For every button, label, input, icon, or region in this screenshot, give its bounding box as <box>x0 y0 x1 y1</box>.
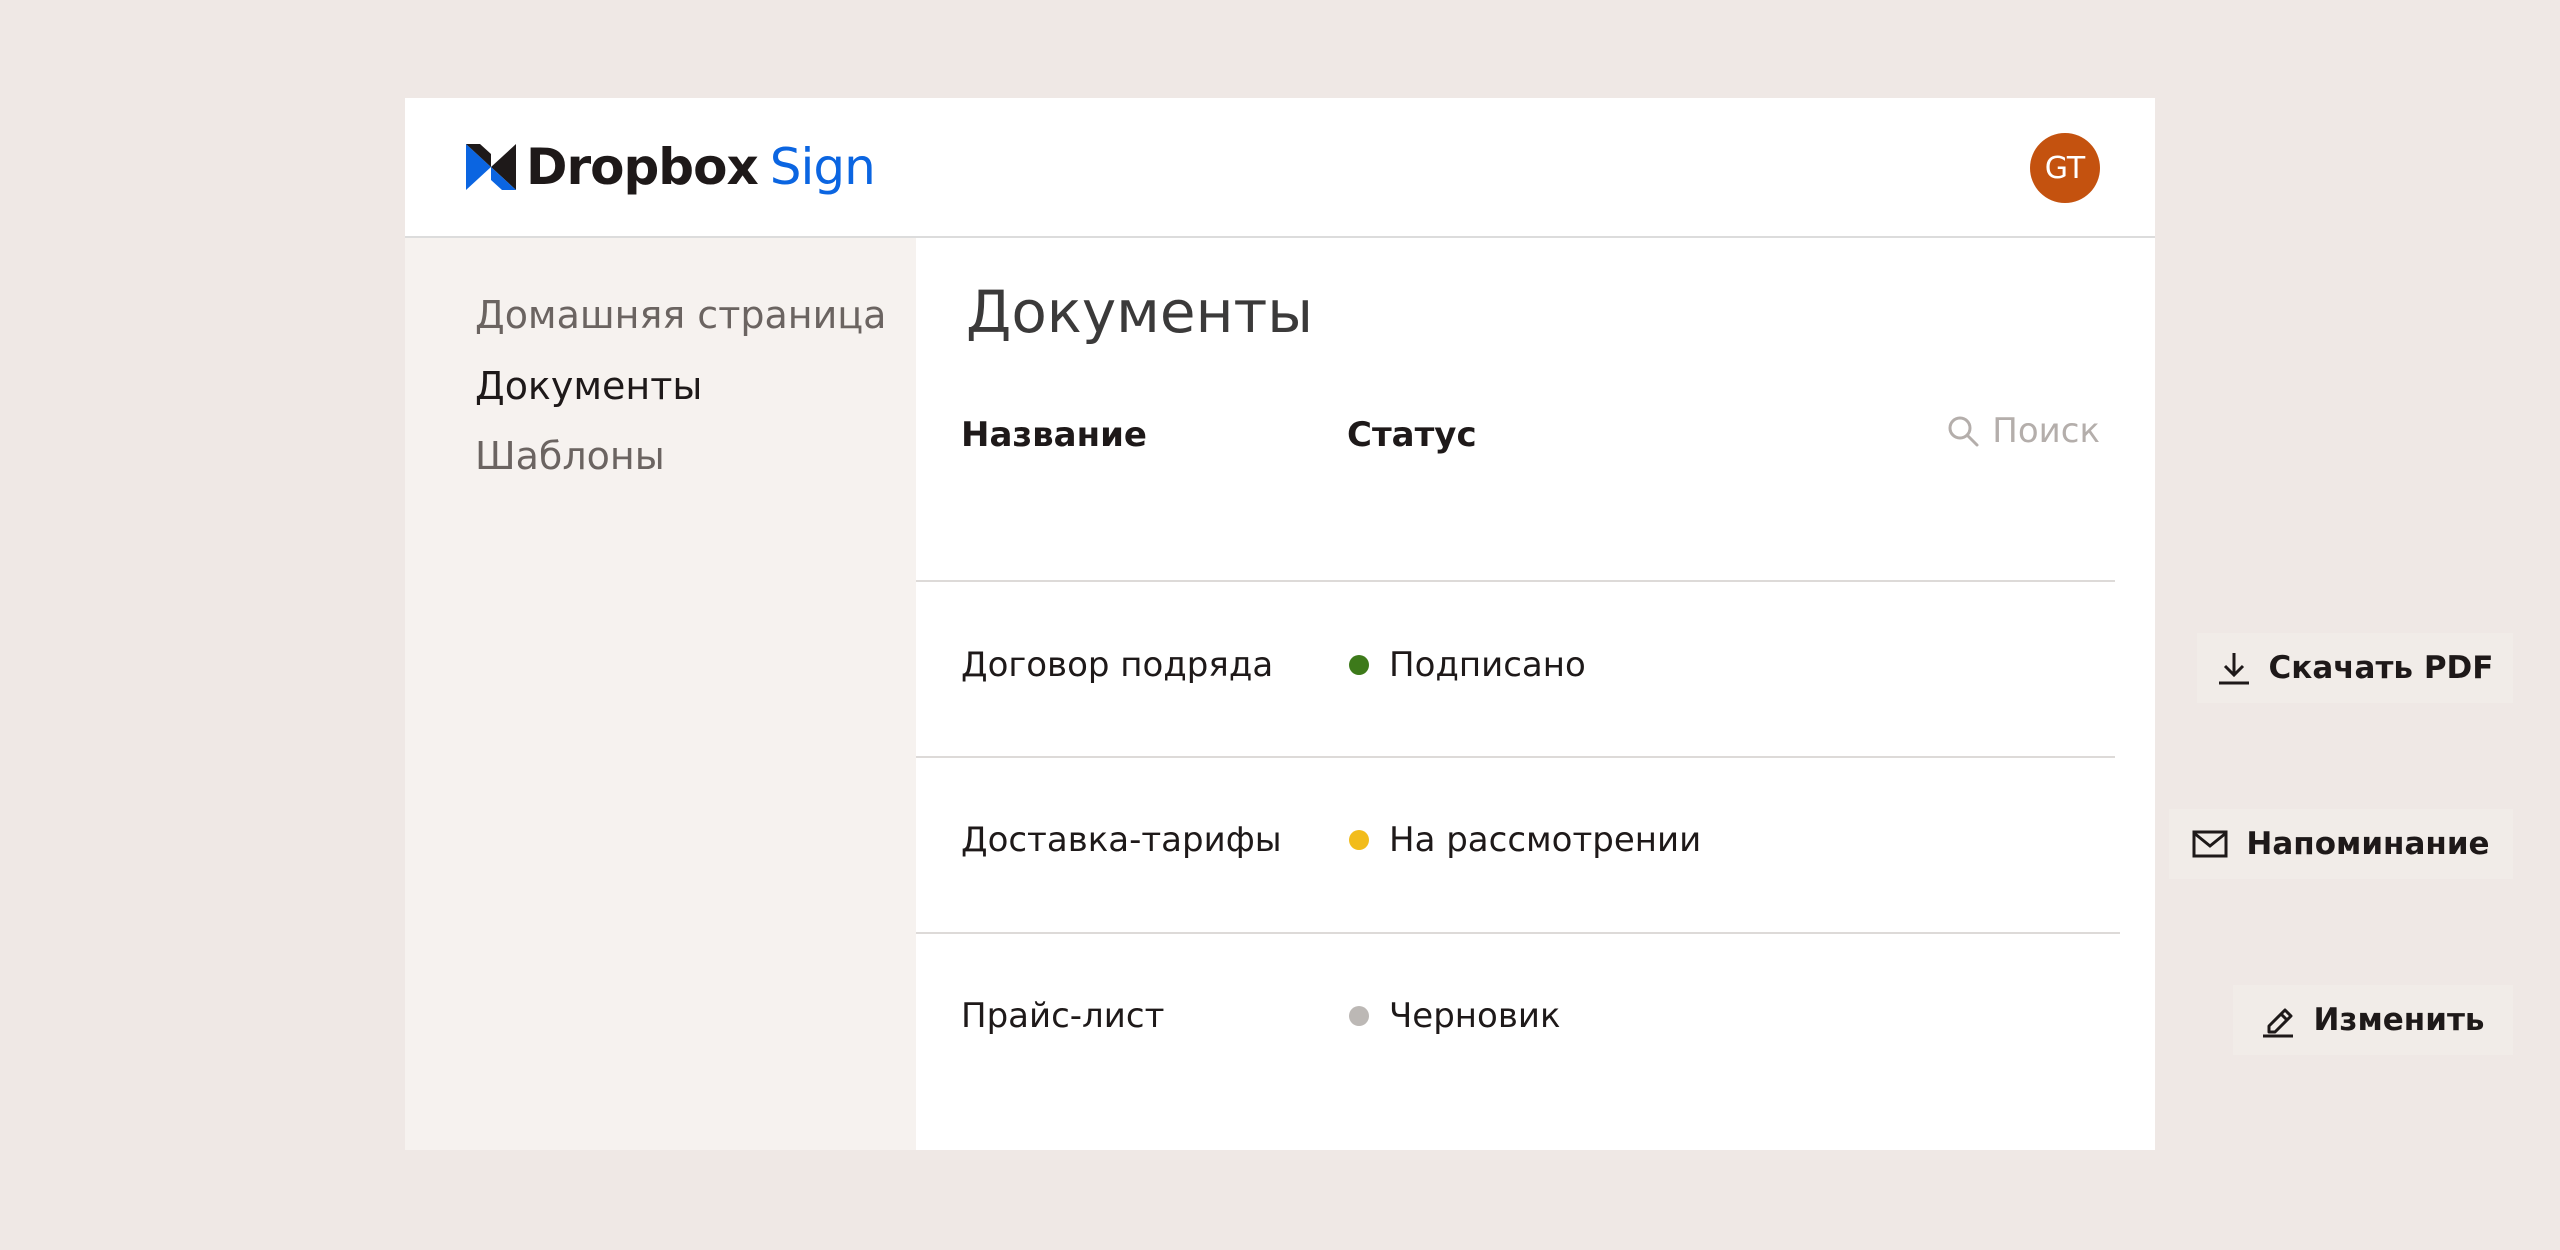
document-name[interactable]: Договор подряда <box>961 645 1273 685</box>
row-divider <box>916 932 2120 934</box>
status-dot-review <box>1349 830 1369 850</box>
sidebar-item-documents[interactable]: Документы <box>475 364 702 408</box>
edit-button[interactable]: Изменить <box>2233 985 2513 1055</box>
edit-label: Изменить <box>2313 1002 2485 1038</box>
sidebar-item-home[interactable]: Домашняя страница <box>475 293 886 337</box>
status-badge: Черновик <box>1349 996 1561 1036</box>
document-name[interactable]: Прайс-лист <box>961 996 1164 1036</box>
search-input[interactable]: Поиск <box>1946 411 2100 451</box>
dropbox-logo-icon <box>466 144 516 190</box>
status-badge: На рассмотрении <box>1349 820 1701 860</box>
logo-text: Dropbox Sign <box>526 138 876 196</box>
mail-icon <box>2192 830 2228 858</box>
column-header-status[interactable]: Статус <box>1347 415 1477 455</box>
download-icon <box>2218 653 2249 685</box>
dropbox-sign-logo[interactable]: Dropbox Sign <box>466 138 876 196</box>
status-dot-signed <box>1349 655 1369 675</box>
documents-panel: Документы Название Статус Поиск Договор … <box>916 238 2513 1150</box>
document-name[interactable]: Доставка-тарифы <box>961 820 1282 860</box>
column-header-name[interactable]: Название <box>961 415 1147 455</box>
status-text: Подписано <box>1389 645 1586 685</box>
search-placeholder: Поиск <box>1992 411 2100 451</box>
sidebar: Домашняя страница Документы Шаблоны <box>405 238 916 1150</box>
user-avatar[interactable]: GT <box>2030 133 2100 203</box>
status-text: Черновик <box>1389 996 1561 1036</box>
search-icon <box>1948 416 1979 447</box>
pencil-icon <box>2263 1008 2294 1038</box>
app-window: Dropbox Sign GT Домашняя страница Докумен… <box>405 98 2513 1150</box>
status-dot-draft <box>1349 1006 1369 1026</box>
download-pdf-label: Скачать PDF <box>2268 650 2494 686</box>
reminder-label: Напоминание <box>2246 826 2490 862</box>
status-text: На рассмотрении <box>1389 820 1702 860</box>
download-pdf-button[interactable]: Скачать PDF <box>2197 633 2513 703</box>
top-bar: Dropbox Sign GT <box>405 98 2155 238</box>
reminder-button[interactable]: Напоминание <box>2169 809 2513 879</box>
row-divider <box>916 756 2115 758</box>
page-title: Документы <box>966 278 1314 346</box>
header-divider <box>916 580 2115 582</box>
status-badge: Подписано <box>1349 645 1586 685</box>
sidebar-item-templates[interactable]: Шаблоны <box>475 434 665 478</box>
